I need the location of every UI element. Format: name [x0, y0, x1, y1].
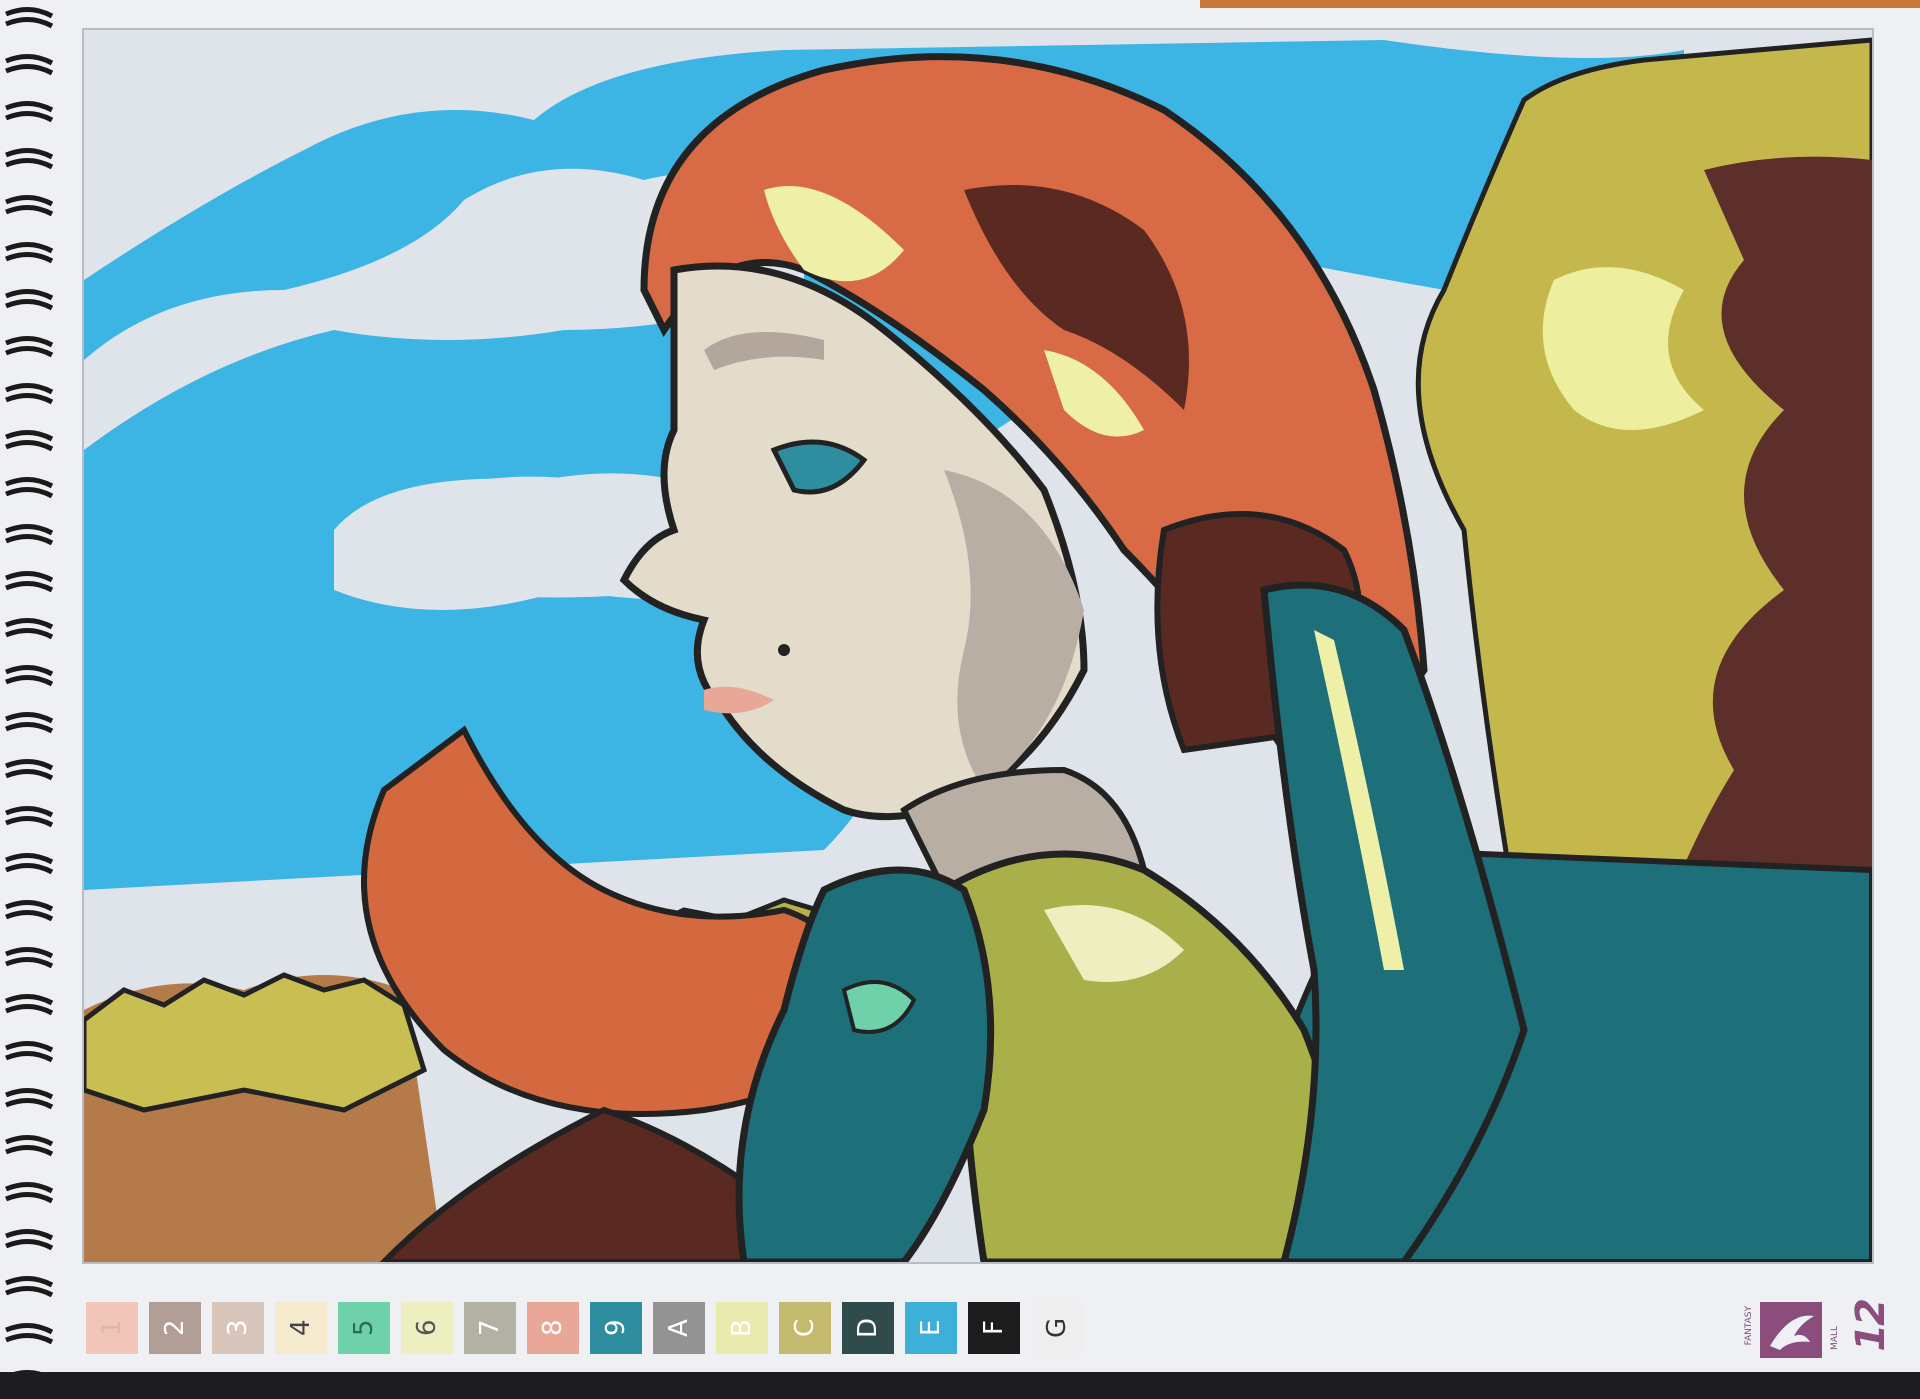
beauty-mark — [778, 644, 790, 656]
palette-swatch: 7 — [464, 1302, 516, 1354]
palette-swatch: 9 — [590, 1302, 642, 1354]
palette-swatch: C — [779, 1302, 831, 1354]
spiral-binding — [5, 7, 54, 1392]
page-bottom-edge — [0, 1372, 1920, 1399]
sketchbook-page: 123456789ABCDEFG FANTASY MALL 12 — [0, 0, 1920, 1399]
page-number: 12 — [1848, 1300, 1894, 1352]
palette-swatch: 5 — [338, 1302, 390, 1354]
palette-swatch: 1 — [86, 1302, 138, 1354]
bush-left — [84, 972, 428, 1113]
table-surface — [1200, 0, 1920, 8]
palette-swatch: 2 — [149, 1302, 201, 1354]
palette-swatch: B — [716, 1302, 768, 1354]
brand-line1: FANTASY — [1744, 1306, 1754, 1346]
palette-swatch: G — [1031, 1302, 1083, 1354]
palette-swatch: 8 — [527, 1302, 579, 1354]
palette-swatch: A — [653, 1302, 705, 1354]
palette-swatch: D — [842, 1302, 894, 1354]
artwork-illustration — [84, 30, 1872, 1262]
colored-artwork — [82, 28, 1874, 1264]
palette-swatch: E — [905, 1302, 957, 1354]
bird-logo-icon — [1760, 1302, 1822, 1358]
palette-swatch: 6 — [401, 1302, 453, 1354]
color-palette: 123456789ABCDEFG — [86, 1302, 1083, 1356]
palette-swatch: F — [968, 1302, 1020, 1354]
brand-line2: MALL — [1830, 1326, 1840, 1350]
palette-swatch: 3 — [212, 1302, 264, 1354]
palette-swatch: 4 — [275, 1302, 327, 1354]
